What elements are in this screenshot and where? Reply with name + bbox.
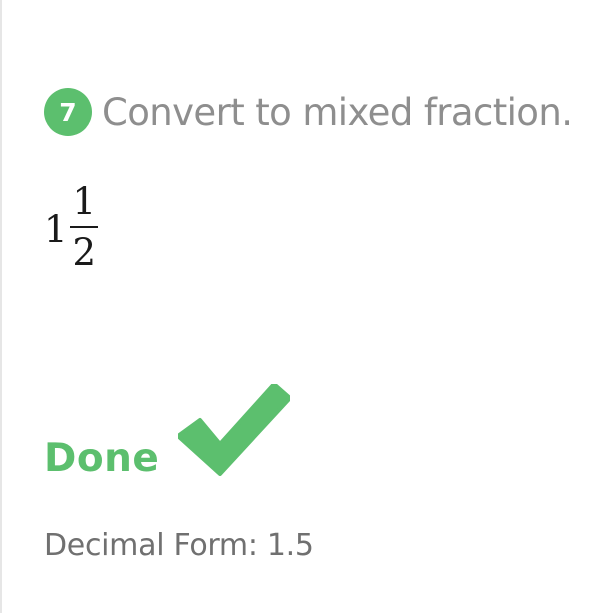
denominator: 2	[72, 231, 97, 274]
fraction: 1 2	[70, 183, 100, 271]
decimal-form: Decimal Form: 1.5	[44, 528, 314, 563]
whole-number: 1	[44, 207, 68, 251]
step-number-badge: 7	[44, 88, 92, 136]
status-done: Done	[44, 384, 324, 494]
checkmark-icon	[178, 384, 290, 476]
question-prompt: Convert to mixed fraction.	[102, 90, 573, 134]
question-header: 7 Convert to mixed fraction.	[44, 88, 573, 136]
step-number: 7	[59, 97, 77, 127]
done-label: Done	[44, 436, 160, 481]
numerator: 1	[72, 180, 97, 223]
question-card: 7 Convert to mixed fraction. 1 1 2 Done …	[0, 0, 612, 613]
mixed-fraction-answer: 1 1 2	[44, 183, 99, 271]
